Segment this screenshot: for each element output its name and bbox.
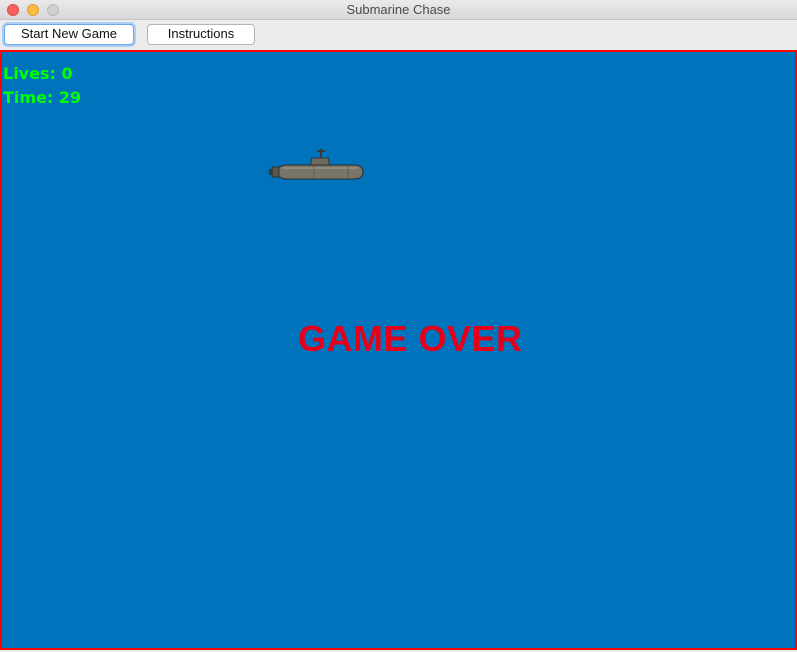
game-canvas[interactable]: Lives: 0 Time: 29 GAME OVER [0,50,797,650]
lives-counter: Lives: 0 [3,64,73,83]
submarine-icon [269,149,364,180]
title-bar: Submarine Chase [0,0,797,20]
start-new-game-button[interactable]: Start New Game [4,24,134,45]
instructions-button[interactable]: Instructions [147,24,255,45]
window-title: Submarine Chase [346,2,451,17]
game-over-message: GAME OVER [298,318,523,359]
time-counter: Time: 29 [3,88,82,107]
toolbar: Start New Game Instructions [0,20,797,50]
